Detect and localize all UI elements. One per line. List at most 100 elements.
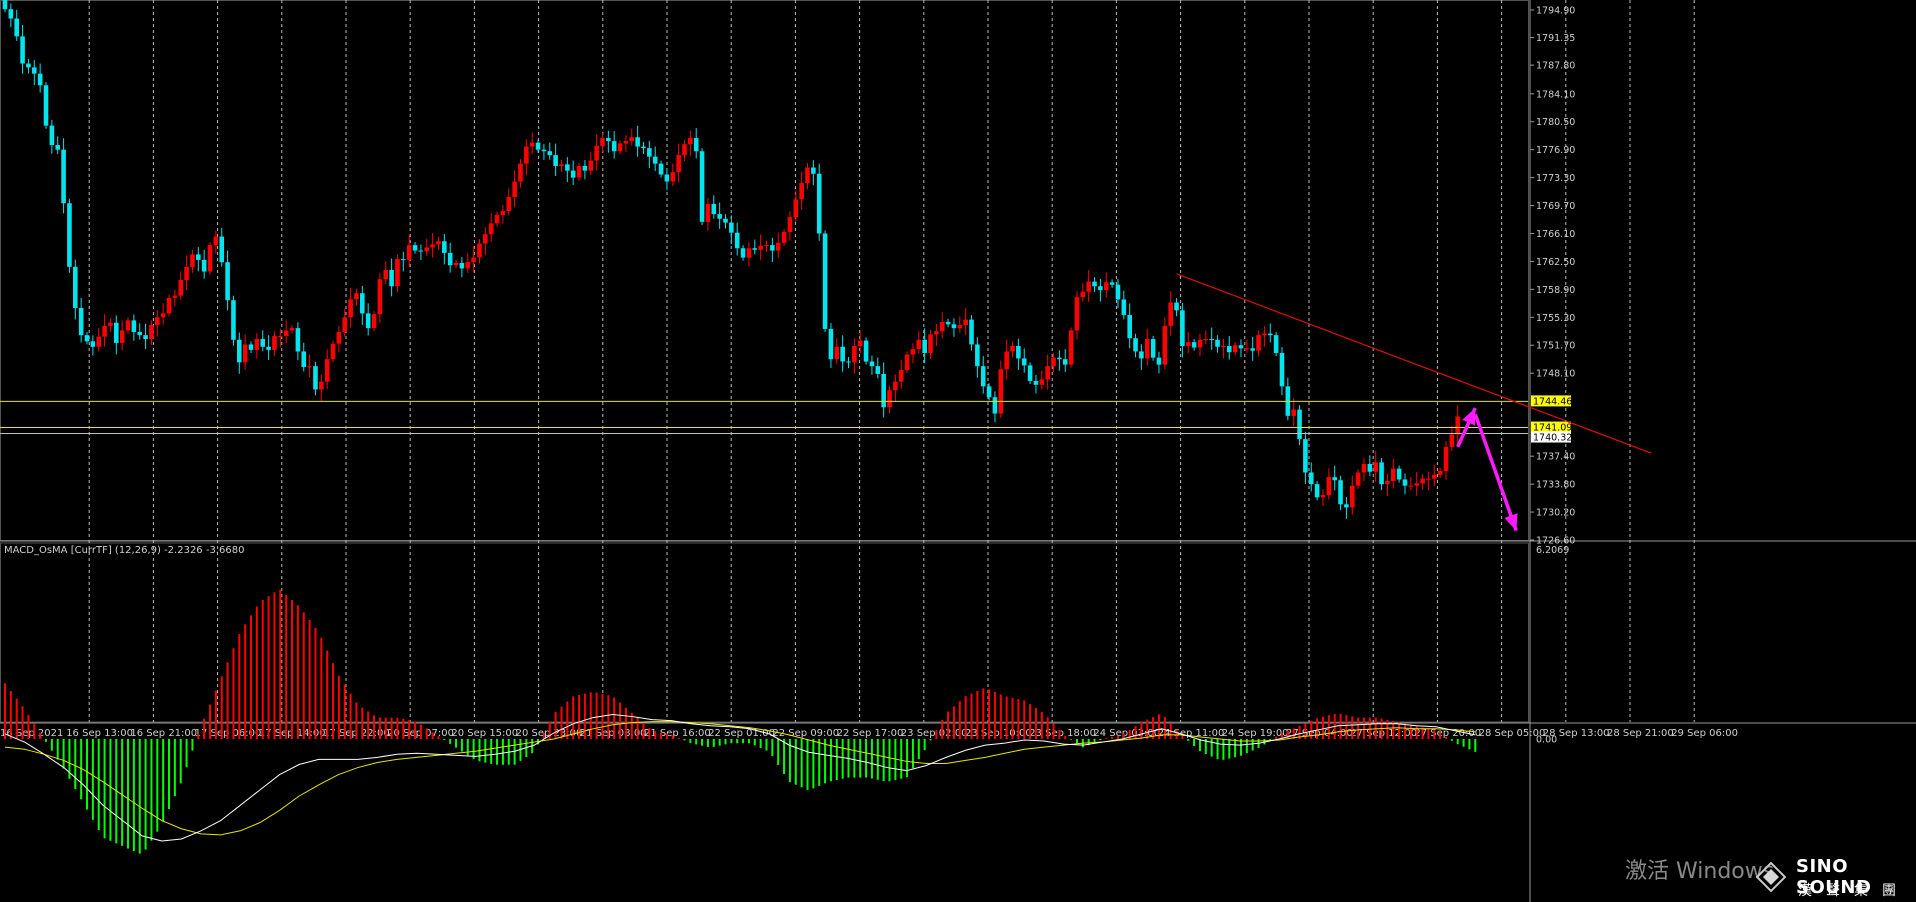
candle-body bbox=[1373, 462, 1378, 472]
time-label: 16 Sep 21:00 bbox=[130, 728, 197, 739]
candle-body bbox=[1174, 302, 1179, 311]
candle-body bbox=[1449, 434, 1455, 447]
candle-body bbox=[606, 138, 611, 142]
candle-body bbox=[125, 320, 131, 331]
candle-body bbox=[55, 145, 61, 150]
candle-body bbox=[190, 254, 195, 267]
candle-body bbox=[963, 319, 968, 326]
candle-body bbox=[688, 138, 693, 145]
candle-body bbox=[301, 351, 307, 367]
candle-body bbox=[424, 247, 430, 252]
candle-body bbox=[1133, 338, 1138, 352]
price-tick-label: 1762.50 bbox=[1536, 257, 1575, 268]
candle-body bbox=[975, 344, 980, 367]
candle-body bbox=[1361, 463, 1367, 473]
candle-body bbox=[799, 183, 804, 200]
candle-body bbox=[1062, 359, 1068, 365]
price-tick-label: 1776.90 bbox=[1536, 145, 1575, 156]
candle-body bbox=[998, 369, 1004, 414]
candle-body bbox=[20, 36, 25, 64]
candle-body bbox=[14, 18, 20, 37]
candle-body bbox=[664, 174, 670, 182]
candle-body bbox=[1215, 339, 1220, 347]
candle-body bbox=[1414, 483, 1420, 486]
candle-body bbox=[541, 149, 547, 152]
candle-body bbox=[1103, 282, 1109, 291]
time-label: 23 Sep 10:00 bbox=[965, 728, 1032, 739]
candle-body bbox=[740, 248, 746, 258]
candle-body bbox=[939, 321, 945, 332]
candle-body bbox=[857, 340, 863, 347]
candle-body bbox=[934, 331, 939, 335]
candle-body bbox=[500, 210, 506, 215]
candle-body bbox=[670, 172, 676, 182]
candle-body bbox=[219, 236, 225, 263]
candle-body bbox=[1262, 333, 1267, 336]
price-tick-label: 1755.30 bbox=[1536, 313, 1575, 324]
diamond-logo-icon bbox=[1756, 862, 1786, 892]
candle-body bbox=[225, 262, 230, 301]
candle-body bbox=[1092, 281, 1097, 287]
candle-body bbox=[31, 67, 37, 74]
candle-body bbox=[641, 146, 646, 149]
candle-body bbox=[213, 236, 219, 246]
level-tag-label: 1744.46 bbox=[1533, 396, 1572, 407]
candle-body bbox=[635, 137, 640, 147]
candle-body bbox=[406, 245, 412, 260]
candle-body bbox=[272, 335, 277, 350]
candle-body bbox=[1338, 480, 1343, 505]
candle-body bbox=[535, 142, 541, 150]
candle-body bbox=[863, 340, 869, 362]
candle-body bbox=[846, 361, 851, 363]
red-trendline bbox=[1176, 273, 1652, 454]
candle-body bbox=[324, 359, 330, 382]
time-label: 24 Sep 19:00 bbox=[1222, 728, 1289, 739]
candle-body bbox=[237, 339, 242, 363]
candle-body bbox=[840, 346, 845, 362]
candle-body bbox=[37, 73, 43, 86]
candle-body bbox=[2, 0, 8, 10]
candle-body bbox=[113, 322, 119, 343]
candle-body bbox=[477, 243, 482, 258]
candle-body bbox=[910, 349, 916, 355]
osma-title: MACD_OsMA [CurrTF] (12,26,9) -2.2326 -3.… bbox=[4, 545, 244, 556]
windows-activation-watermark: 激活 Windows bbox=[1625, 859, 1775, 884]
candle-body bbox=[529, 142, 535, 147]
candle-body bbox=[1209, 339, 1214, 341]
xauusd-candlestick-chart[interactable]: 16 Sep 2021 16 Sep 13:0016 Sep 21:0017 Se… bbox=[0, 0, 1916, 902]
candle-body bbox=[1267, 333, 1273, 336]
candle-body bbox=[459, 262, 465, 269]
candle-body bbox=[342, 317, 348, 333]
candle-body bbox=[1273, 335, 1279, 353]
candle-body bbox=[682, 144, 687, 156]
candle-body bbox=[295, 328, 301, 352]
candle-body bbox=[430, 244, 435, 248]
candle-body bbox=[699, 151, 705, 222]
candle-body bbox=[1426, 478, 1431, 480]
candle-body bbox=[693, 138, 699, 152]
candle-body bbox=[289, 328, 295, 331]
candle-body bbox=[1168, 302, 1173, 326]
candle-body bbox=[108, 322, 113, 326]
candle-body bbox=[1139, 351, 1144, 359]
price-tick-label: 1758.90 bbox=[1536, 285, 1575, 296]
candle-body bbox=[1033, 380, 1039, 385]
time-label: 23 Sep 02:00 bbox=[901, 728, 968, 739]
candle-body bbox=[875, 366, 881, 374]
candle-body bbox=[8, 9, 14, 19]
candle-body bbox=[348, 299, 353, 318]
candle-body bbox=[1162, 325, 1168, 365]
candle-body bbox=[266, 346, 271, 350]
candle-body bbox=[705, 203, 711, 222]
candle-body bbox=[1027, 365, 1033, 381]
price-tick-label: 1791.35 bbox=[1536, 33, 1575, 44]
candle-body bbox=[647, 148, 652, 157]
candle-body bbox=[377, 279, 383, 315]
candle-body bbox=[582, 165, 588, 171]
price-tick-label: 1751.70 bbox=[1536, 341, 1575, 352]
candle-body bbox=[1379, 462, 1384, 485]
candle-body bbox=[336, 332, 342, 344]
candle-body bbox=[90, 341, 96, 347]
price-tick-label: 1780.50 bbox=[1536, 117, 1575, 128]
candle-body bbox=[231, 300, 236, 340]
